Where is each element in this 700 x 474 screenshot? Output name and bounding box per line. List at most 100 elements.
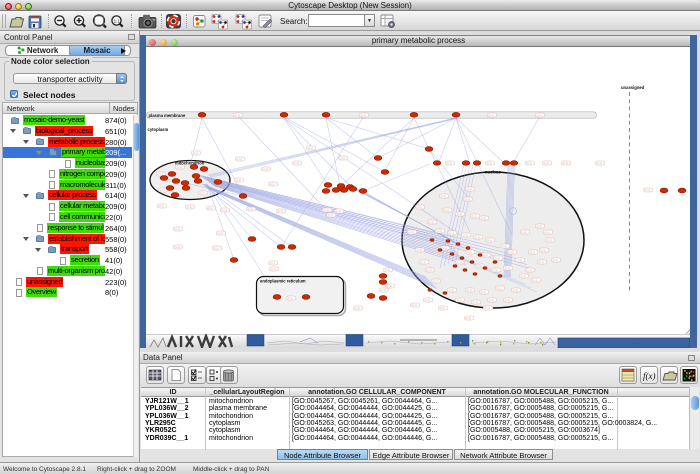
- svg-text:(x x): (x x): [308, 146, 313, 150]
- svg-text:(x x): (x x): [527, 161, 532, 165]
- svg-text:(x x): (x x): [497, 286, 502, 290]
- svg-text:(x x): (x x): [473, 300, 478, 304]
- svg-text:(x x): (x x): [537, 113, 542, 117]
- svg-text:(x x): (x x): [475, 235, 480, 239]
- svg-text:(x x): (x x): [385, 268, 390, 272]
- svg-text:(x x): (x x): [437, 229, 442, 233]
- svg-text:(x x): (x x): [193, 151, 198, 155]
- svg-text:(x x): (x x): [442, 246, 447, 250]
- svg-text:1:1: 1:1: [114, 19, 121, 24]
- svg-text:(x x): (x x): [288, 296, 293, 300]
- svg-text:(x x): (x x): [433, 279, 438, 283]
- svg-text:(x x): (x x): [208, 206, 213, 210]
- svg-text:(x x): (x x): [409, 230, 414, 234]
- svg-text:(x x): (x x): [294, 161, 299, 165]
- svg-text:(x x): (x x): [517, 258, 522, 262]
- svg-text:(x x): (x x): [175, 245, 180, 249]
- svg-text:(x x): (x x): [485, 306, 490, 310]
- svg-text:(x x): (x x): [355, 306, 360, 310]
- svg-text:unassigned: unassigned: [621, 85, 645, 90]
- svg-text:(x x): (x x): [160, 188, 165, 192]
- svg-text:cytoplasm: cytoplasm: [148, 127, 169, 132]
- svg-text:(x x): (x x): [429, 220, 434, 224]
- svg-text:(x x): (x x): [489, 113, 494, 117]
- svg-text:(x x): (x x): [493, 268, 498, 272]
- svg-text:(x x): (x x): [487, 161, 492, 165]
- svg-text:(x x): (x x): [271, 267, 276, 271]
- svg-text:(x x): (x x): [236, 178, 241, 182]
- svg-text:(x x): (x x): [472, 214, 477, 218]
- svg-text:(x x): (x x): [361, 113, 366, 117]
- svg-text:(x x): (x x): [270, 261, 275, 265]
- svg-text:(x x): (x x): [463, 233, 468, 237]
- svg-text:(x x): (x x): [457, 212, 462, 216]
- svg-text:(x x): (x x): [541, 248, 546, 252]
- svg-text:(x x): (x x): [533, 278, 538, 282]
- svg-text:(x x): (x x): [447, 161, 452, 165]
- svg-text:(x x): (x x): [441, 194, 446, 198]
- svg-text:(x x): (x x): [381, 288, 386, 292]
- svg-text:(x x): (x x): [467, 288, 472, 292]
- svg-text:(x x): (x x): [521, 274, 526, 278]
- svg-text:(x x): (x x): [505, 298, 510, 302]
- svg-text:(x x): (x x): [457, 260, 462, 264]
- svg-text:(x x): (x x): [336, 209, 341, 213]
- svg-text:(x x): (x x): [412, 303, 417, 307]
- svg-text:(x x): (x x): [237, 157, 242, 161]
- svg-text:(x x): (x x): [477, 264, 482, 268]
- svg-text:(x x): (x x): [387, 284, 392, 288]
- svg-text:(x x): (x x): [513, 288, 518, 292]
- svg-text:(x x): (x x): [466, 316, 471, 320]
- svg-text:(x x): (x x): [457, 298, 462, 302]
- svg-text:(x x): (x x): [481, 290, 486, 294]
- svg-text:(x x): (x x): [270, 182, 275, 186]
- svg-text:mitochondrion: mitochondrion: [175, 161, 205, 166]
- svg-text:(x x): (x x): [502, 244, 507, 248]
- svg-text:(x x): (x x): [522, 230, 527, 234]
- svg-text:(x x): (x x): [417, 205, 422, 209]
- svg-text:(x x): (x x): [545, 230, 550, 234]
- svg-text:(x x): (x x): [597, 161, 602, 165]
- svg-text:(x x): (x x): [427, 268, 432, 272]
- svg-text:(x x): (x x): [489, 298, 494, 302]
- svg-text:(x x): (x x): [553, 258, 558, 262]
- svg-text:(x x): (x x): [563, 161, 568, 165]
- svg-text:(x x): (x x): [340, 156, 345, 160]
- svg-text:(x x): (x x): [449, 231, 454, 235]
- svg-text:(x x): (x x): [324, 208, 329, 212]
- svg-text:(x x): (x x): [159, 204, 164, 208]
- svg-text:(x x): (x x): [483, 253, 488, 257]
- svg-text:(x x): (x x): [214, 246, 219, 250]
- svg-text:(x x): (x x): [467, 250, 472, 254]
- svg-text:(x x): (x x): [235, 113, 240, 117]
- svg-text:(x x): (x x): [527, 268, 532, 272]
- svg-text:(x x): (x x): [263, 167, 268, 171]
- svg-text:(x x): (x x): [444, 208, 449, 212]
- svg-text:(x x): (x x): [425, 298, 430, 302]
- svg-text:(x x): (x x): [495, 256, 500, 260]
- svg-text:(x x): (x x): [222, 208, 227, 212]
- svg-text:(x x): (x x): [440, 306, 445, 310]
- svg-text:(x x): (x x): [467, 187, 472, 191]
- svg-text:(x x): (x x): [465, 197, 470, 201]
- svg-text:(x x): (x x): [328, 213, 333, 217]
- svg-text:(x x): (x x): [505, 266, 510, 270]
- svg-text:(x x): (x x): [200, 191, 205, 195]
- svg-text:(x x): (x x): [187, 205, 192, 209]
- svg-text:(x x): (x x): [421, 260, 426, 264]
- svg-text:(x x): (x x): [544, 161, 549, 165]
- svg-text:(x x): (x x): [645, 188, 650, 192]
- svg-text:(x x): (x x): [175, 227, 180, 231]
- svg-text:endoplasmic reticulum: endoplasmic reticulum: [260, 279, 306, 284]
- svg-text:(x x): (x x): [509, 250, 514, 254]
- svg-text:plasma membrane: plasma membrane: [149, 113, 186, 118]
- svg-text:(x x): (x x): [177, 165, 182, 169]
- svg-text:nucleus: nucleus: [485, 170, 501, 175]
- svg-text:(x x): (x x): [449, 288, 454, 292]
- svg-text:(x x): (x x): [537, 224, 542, 228]
- svg-text:(x x): (x x): [481, 216, 486, 220]
- svg-text:(x x): (x x): [539, 260, 544, 264]
- svg-text:(x x): (x x): [417, 248, 422, 252]
- svg-text:(x x): (x x): [487, 238, 492, 242]
- svg-text:f(x): f(x): [643, 371, 656, 381]
